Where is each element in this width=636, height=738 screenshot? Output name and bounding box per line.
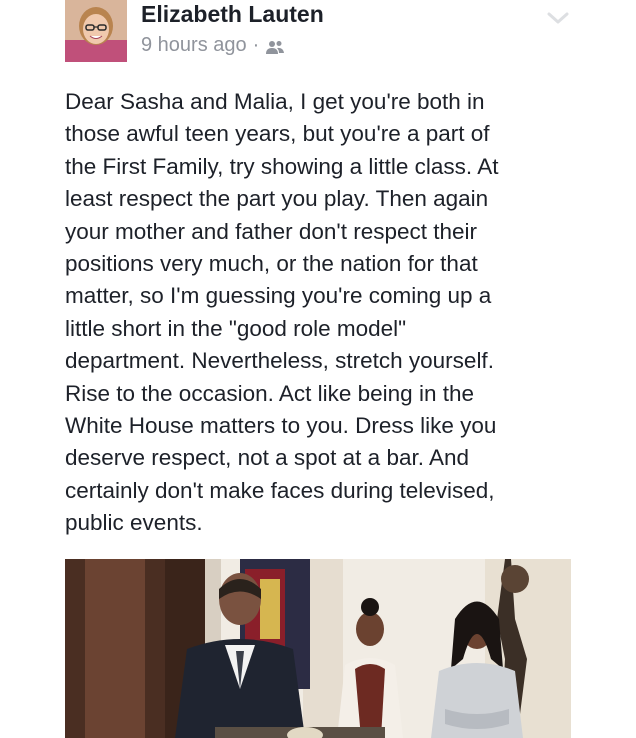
facebook-post: Elizabeth Lauten 9 hours ago · Dear Sash… (0, 0, 636, 738)
author-avatar[interactable] (65, 0, 127, 62)
post-photo[interactable] (65, 559, 571, 738)
author-name[interactable]: Elizabeth Lauten (141, 1, 324, 28)
post-timestamp[interactable]: 9 hours ago (141, 34, 247, 57)
post-meta: 9 hours ago · (141, 34, 285, 57)
meta-separator: · (252, 34, 260, 56)
post-body-text: Dear Sasha and Malia, I get you're both … (65, 89, 499, 536)
friends-icon[interactable] (265, 38, 285, 54)
chevron-down-icon[interactable] (546, 10, 570, 26)
